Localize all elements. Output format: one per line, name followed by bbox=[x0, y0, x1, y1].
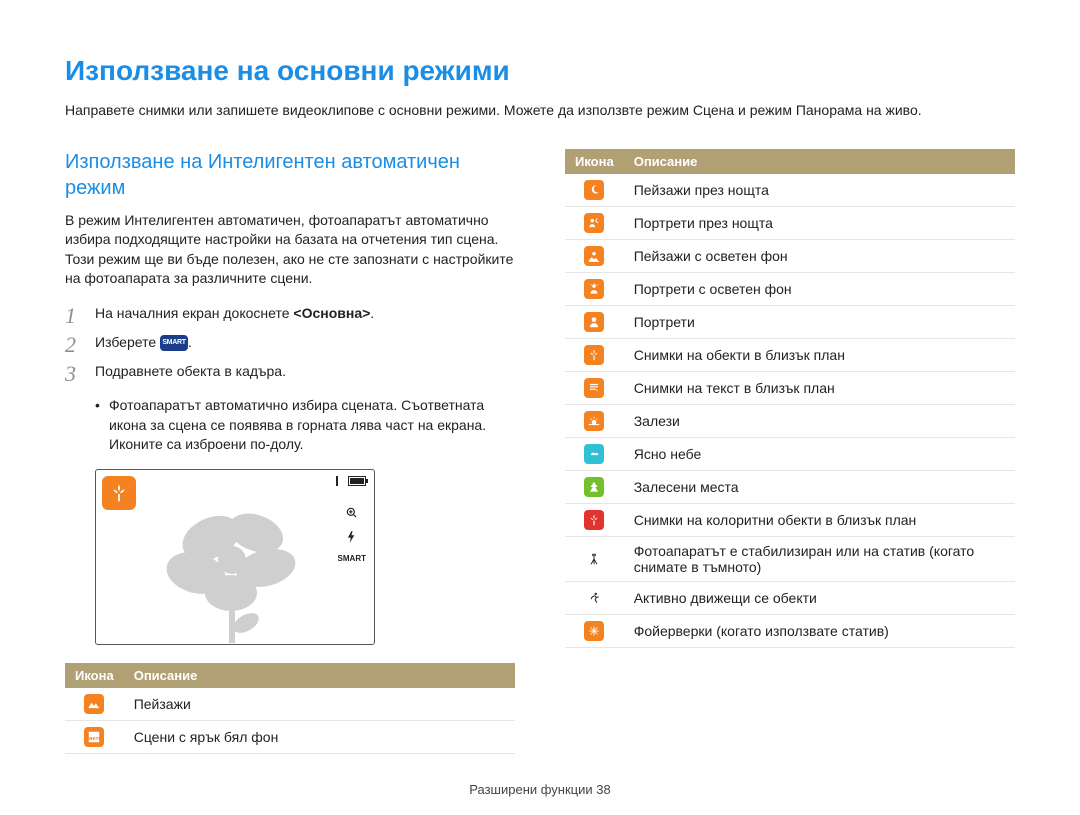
macro-color-icon bbox=[584, 510, 604, 530]
page-title: Използване на основни режими bbox=[65, 55, 1015, 87]
backlit-portrait-icon bbox=[584, 279, 604, 299]
section-heading: Използване на Интелигентен автоматичен р… bbox=[65, 149, 515, 201]
table-row: Портрети с осветен фон bbox=[565, 272, 1015, 305]
tripod-icon bbox=[584, 549, 604, 569]
greenery-icon bbox=[584, 477, 604, 497]
icon-description: Портрети с осветен фон bbox=[624, 272, 1015, 305]
icon-description: Фойерверки (когато използвате статив) bbox=[624, 614, 1015, 647]
steps-list: На началния екран докоснете <Основна>. И… bbox=[65, 303, 515, 382]
table-row: Портрети през нощта bbox=[565, 206, 1015, 239]
th-desc: Описание bbox=[624, 149, 1015, 174]
zoom-in-icon bbox=[345, 506, 359, 520]
table-row: Снимки на текст в близък план bbox=[565, 371, 1015, 404]
flower-sample-icon bbox=[156, 498, 316, 643]
portrait-icon bbox=[584, 312, 604, 332]
table-row: Снимки на обекти в близък план bbox=[565, 338, 1015, 371]
smart-label-icon: SMART bbox=[338, 554, 366, 563]
icon-description: Пейзажи с осветен фон bbox=[624, 239, 1015, 272]
table-row: Пейзажи bbox=[65, 688, 515, 721]
step-3-note: Фотоапаратът автоматично избира сцената.… bbox=[95, 396, 515, 455]
page-footer: Разширени функции 38 bbox=[0, 782, 1080, 797]
white-bg-icon: WHITE bbox=[84, 727, 104, 747]
table-row: Ясно небе bbox=[565, 437, 1015, 470]
section-para: В режим Интелигентен автоматичен, фотоап… bbox=[65, 211, 515, 289]
icon-description: Сцени с ярък бял фон bbox=[124, 720, 515, 753]
sunset-icon bbox=[584, 411, 604, 431]
icon-table-left: Икона Описание Пейзажи WHITE Сцени с ярък … bbox=[65, 663, 515, 754]
icon-description: Ясно небе bbox=[624, 437, 1015, 470]
icon-description: Залесени места bbox=[624, 470, 1015, 503]
preview-topbar bbox=[336, 476, 366, 486]
svg-text:WHITE: WHITE bbox=[87, 736, 101, 741]
signal-icon bbox=[336, 476, 338, 486]
macro-icon bbox=[584, 345, 604, 365]
table-row: Пейзажи през нощта bbox=[565, 174, 1015, 207]
smart-mode-icon: SMART bbox=[160, 335, 188, 351]
table-row: Фойерверки (когато използвате статив) bbox=[565, 614, 1015, 647]
icon-description: Портрети през нощта bbox=[624, 206, 1015, 239]
icon-description: Снимки на обекти в близък план bbox=[624, 338, 1015, 371]
th-icon: Икона bbox=[565, 149, 624, 174]
step-3: Подравнете обекта в кадъра. bbox=[65, 361, 515, 382]
icon-description: Пейзажи bbox=[124, 688, 515, 721]
table-row: WHITE Сцени с ярък бял фон bbox=[65, 720, 515, 753]
th-desc: Описание bbox=[124, 663, 515, 688]
backlit-landscape-icon bbox=[584, 246, 604, 266]
table-row: Снимки на колоритни обекти в близък план bbox=[565, 503, 1015, 536]
icon-description: Снимки на текст в близък план bbox=[624, 371, 1015, 404]
night-portrait-icon bbox=[584, 213, 604, 233]
icon-description: Пейзажи през нощта bbox=[624, 174, 1015, 207]
right-column: Икона Описание Пейзажи през нощтаПортрет… bbox=[565, 149, 1015, 754]
night-landscape-icon bbox=[584, 180, 604, 200]
icon-description: Активно движещи се обекти bbox=[624, 581, 1015, 614]
icon-description: Фотоапаратът е стабилизиран или на стати… bbox=[624, 536, 1015, 581]
icon-description: Залези bbox=[624, 404, 1015, 437]
preview-sidebar: SMART bbox=[338, 506, 366, 563]
fireworks-icon bbox=[584, 621, 604, 641]
flash-icon bbox=[345, 530, 359, 544]
table-row: Пейзажи с осветен фон bbox=[565, 239, 1015, 272]
table-row: Портрети bbox=[565, 305, 1015, 338]
icon-description: Портрети bbox=[624, 305, 1015, 338]
macro-mode-badge-icon bbox=[102, 476, 136, 510]
table-row: Залези bbox=[565, 404, 1015, 437]
icon-table-right: Икона Описание Пейзажи през нощтаПортрет… bbox=[565, 149, 1015, 648]
table-row: Фотоапаратът е стабилизиран или на стати… bbox=[565, 536, 1015, 581]
left-column: Използване на Интелигентен автоматичен р… bbox=[65, 149, 515, 754]
table-row: Активно движещи се обекти bbox=[565, 581, 1015, 614]
th-icon: Икона bbox=[65, 663, 124, 688]
landscape-icon bbox=[84, 694, 104, 714]
clear-sky-icon bbox=[584, 444, 604, 464]
action-icon bbox=[584, 588, 604, 608]
battery-icon bbox=[348, 476, 366, 486]
camera-screen-preview: SMART bbox=[95, 469, 375, 645]
step-1: На началния екран докоснете <Основна>. bbox=[65, 303, 515, 324]
macro-text-icon bbox=[584, 378, 604, 398]
intro-text: Направете снимки или запишете видеоклипо… bbox=[65, 101, 1015, 121]
icon-description: Снимки на колоритни обекти в близък план bbox=[624, 503, 1015, 536]
step-2: Изберете SMART. bbox=[65, 332, 515, 353]
table-row: Залесени места bbox=[565, 470, 1015, 503]
